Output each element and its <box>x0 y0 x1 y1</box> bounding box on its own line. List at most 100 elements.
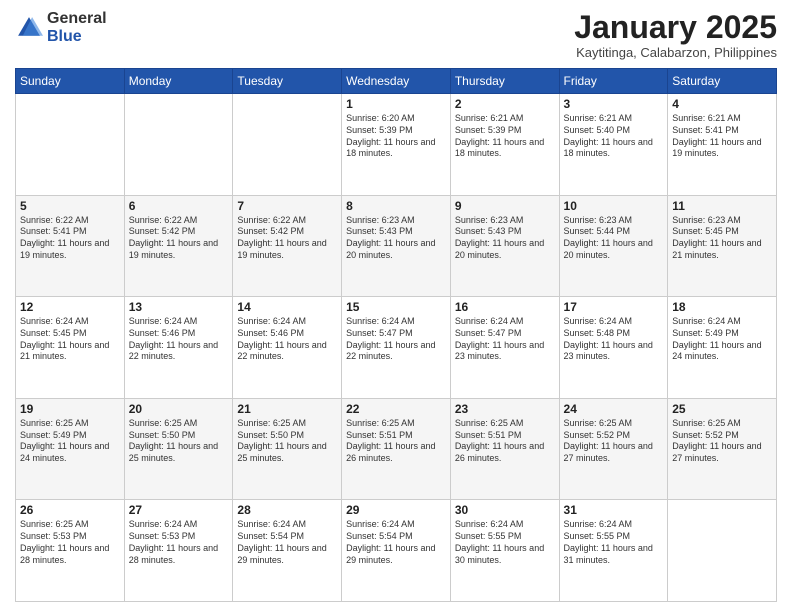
header: General Blue January 2025 Kaytitinga, Ca… <box>15 10 777 60</box>
day-number: 6 <box>129 199 229 213</box>
table-row <box>668 500 777 602</box>
table-row: 31 Sunrise: 6:24 AMSunset: 5:55 PMDaylig… <box>559 500 668 602</box>
day-number: 8 <box>346 199 446 213</box>
calendar-table: Sunday Monday Tuesday Wednesday Thursday… <box>15 68 777 602</box>
table-row: 8 Sunrise: 6:23 AMSunset: 5:43 PMDayligh… <box>342 195 451 297</box>
week-row-1: 5 Sunrise: 6:22 AMSunset: 5:41 PMDayligh… <box>16 195 777 297</box>
cell-details: Sunrise: 6:25 AMSunset: 5:50 PMDaylight:… <box>237 418 326 463</box>
table-row <box>124 94 233 196</box>
cell-details: Sunrise: 6:24 AMSunset: 5:54 PMDaylight:… <box>346 519 435 564</box>
cell-details: Sunrise: 6:22 AMSunset: 5:41 PMDaylight:… <box>20 215 109 260</box>
day-number: 28 <box>237 503 337 517</box>
location: Kaytitinga, Calabarzon, Philippines <box>574 45 777 60</box>
cell-details: Sunrise: 6:25 AMSunset: 5:53 PMDaylight:… <box>20 519 109 564</box>
table-row: 18 Sunrise: 6:24 AMSunset: 5:49 PMDaylig… <box>668 297 777 399</box>
day-number: 27 <box>129 503 229 517</box>
table-row: 26 Sunrise: 6:25 AMSunset: 5:53 PMDaylig… <box>16 500 125 602</box>
table-row: 11 Sunrise: 6:23 AMSunset: 5:45 PMDaylig… <box>668 195 777 297</box>
day-number: 2 <box>455 97 555 111</box>
week-row-0: 1 Sunrise: 6:20 AMSunset: 5:39 PMDayligh… <box>16 94 777 196</box>
day-number: 15 <box>346 300 446 314</box>
table-row: 13 Sunrise: 6:24 AMSunset: 5:46 PMDaylig… <box>124 297 233 399</box>
table-row: 29 Sunrise: 6:24 AMSunset: 5:54 PMDaylig… <box>342 500 451 602</box>
month-title: January 2025 <box>574 10 777 45</box>
page: General Blue January 2025 Kaytitinga, Ca… <box>0 0 792 612</box>
cell-details: Sunrise: 6:24 AMSunset: 5:46 PMDaylight:… <box>237 316 326 361</box>
table-row <box>16 94 125 196</box>
day-number: 23 <box>455 402 555 416</box>
week-row-2: 12 Sunrise: 6:24 AMSunset: 5:45 PMDaylig… <box>16 297 777 399</box>
header-sunday: Sunday <box>16 69 125 94</box>
cell-details: Sunrise: 6:21 AMSunset: 5:41 PMDaylight:… <box>672 113 761 158</box>
day-number: 26 <box>20 503 120 517</box>
cell-details: Sunrise: 6:24 AMSunset: 5:54 PMDaylight:… <box>237 519 326 564</box>
table-row: 24 Sunrise: 6:25 AMSunset: 5:52 PMDaylig… <box>559 398 668 500</box>
cell-details: Sunrise: 6:23 AMSunset: 5:45 PMDaylight:… <box>672 215 761 260</box>
day-number: 18 <box>672 300 772 314</box>
cell-details: Sunrise: 6:24 AMSunset: 5:46 PMDaylight:… <box>129 316 218 361</box>
header-thursday: Thursday <box>450 69 559 94</box>
table-row: 27 Sunrise: 6:24 AMSunset: 5:53 PMDaylig… <box>124 500 233 602</box>
table-row: 25 Sunrise: 6:25 AMSunset: 5:52 PMDaylig… <box>668 398 777 500</box>
day-number: 3 <box>564 97 664 111</box>
cell-details: Sunrise: 6:25 AMSunset: 5:51 PMDaylight:… <box>346 418 435 463</box>
day-number: 13 <box>129 300 229 314</box>
cell-details: Sunrise: 6:25 AMSunset: 5:50 PMDaylight:… <box>129 418 218 463</box>
table-row: 19 Sunrise: 6:25 AMSunset: 5:49 PMDaylig… <box>16 398 125 500</box>
cell-details: Sunrise: 6:25 AMSunset: 5:49 PMDaylight:… <box>20 418 109 463</box>
table-row: 7 Sunrise: 6:22 AMSunset: 5:42 PMDayligh… <box>233 195 342 297</box>
cell-details: Sunrise: 6:25 AMSunset: 5:52 PMDaylight:… <box>672 418 761 463</box>
cell-details: Sunrise: 6:23 AMSunset: 5:43 PMDaylight:… <box>346 215 435 260</box>
cell-details: Sunrise: 6:23 AMSunset: 5:44 PMDaylight:… <box>564 215 653 260</box>
logo: General Blue <box>15 10 107 45</box>
table-row: 4 Sunrise: 6:21 AMSunset: 5:41 PMDayligh… <box>668 94 777 196</box>
cell-details: Sunrise: 6:25 AMSunset: 5:52 PMDaylight:… <box>564 418 653 463</box>
header-wednesday: Wednesday <box>342 69 451 94</box>
table-row: 5 Sunrise: 6:22 AMSunset: 5:41 PMDayligh… <box>16 195 125 297</box>
table-row: 17 Sunrise: 6:24 AMSunset: 5:48 PMDaylig… <box>559 297 668 399</box>
cell-details: Sunrise: 6:21 AMSunset: 5:39 PMDaylight:… <box>455 113 544 158</box>
table-row: 28 Sunrise: 6:24 AMSunset: 5:54 PMDaylig… <box>233 500 342 602</box>
title-block: January 2025 Kaytitinga, Calabarzon, Phi… <box>574 10 777 60</box>
day-number: 17 <box>564 300 664 314</box>
calendar-header-row: Sunday Monday Tuesday Wednesday Thursday… <box>16 69 777 94</box>
table-row: 10 Sunrise: 6:23 AMSunset: 5:44 PMDaylig… <box>559 195 668 297</box>
day-number: 19 <box>20 402 120 416</box>
table-row: 12 Sunrise: 6:24 AMSunset: 5:45 PMDaylig… <box>16 297 125 399</box>
day-number: 25 <box>672 402 772 416</box>
cell-details: Sunrise: 6:24 AMSunset: 5:47 PMDaylight:… <box>346 316 435 361</box>
table-row <box>233 94 342 196</box>
table-row: 23 Sunrise: 6:25 AMSunset: 5:51 PMDaylig… <box>450 398 559 500</box>
day-number: 9 <box>455 199 555 213</box>
logo-blue-text: Blue <box>47 28 107 46</box>
cell-details: Sunrise: 6:22 AMSunset: 5:42 PMDaylight:… <box>237 215 326 260</box>
cell-details: Sunrise: 6:21 AMSunset: 5:40 PMDaylight:… <box>564 113 653 158</box>
logo-general-text: General <box>47 10 107 28</box>
table-row: 2 Sunrise: 6:21 AMSunset: 5:39 PMDayligh… <box>450 94 559 196</box>
day-number: 4 <box>672 97 772 111</box>
day-number: 31 <box>564 503 664 517</box>
table-row: 30 Sunrise: 6:24 AMSunset: 5:55 PMDaylig… <box>450 500 559 602</box>
cell-details: Sunrise: 6:24 AMSunset: 5:48 PMDaylight:… <box>564 316 653 361</box>
day-number: 22 <box>346 402 446 416</box>
day-number: 10 <box>564 199 664 213</box>
header-tuesday: Tuesday <box>233 69 342 94</box>
logo-icon <box>15 14 43 42</box>
cell-details: Sunrise: 6:23 AMSunset: 5:43 PMDaylight:… <box>455 215 544 260</box>
header-monday: Monday <box>124 69 233 94</box>
cell-details: Sunrise: 6:20 AMSunset: 5:39 PMDaylight:… <box>346 113 435 158</box>
cell-details: Sunrise: 6:24 AMSunset: 5:45 PMDaylight:… <box>20 316 109 361</box>
logo-text: General Blue <box>47 10 107 45</box>
week-row-3: 19 Sunrise: 6:25 AMSunset: 5:49 PMDaylig… <box>16 398 777 500</box>
table-row: 21 Sunrise: 6:25 AMSunset: 5:50 PMDaylig… <box>233 398 342 500</box>
cell-details: Sunrise: 6:24 AMSunset: 5:55 PMDaylight:… <box>455 519 544 564</box>
week-row-4: 26 Sunrise: 6:25 AMSunset: 5:53 PMDaylig… <box>16 500 777 602</box>
table-row: 6 Sunrise: 6:22 AMSunset: 5:42 PMDayligh… <box>124 195 233 297</box>
cell-details: Sunrise: 6:24 AMSunset: 5:47 PMDaylight:… <box>455 316 544 361</box>
cell-details: Sunrise: 6:24 AMSunset: 5:53 PMDaylight:… <box>129 519 218 564</box>
table-row: 9 Sunrise: 6:23 AMSunset: 5:43 PMDayligh… <box>450 195 559 297</box>
table-row: 22 Sunrise: 6:25 AMSunset: 5:51 PMDaylig… <box>342 398 451 500</box>
header-friday: Friday <box>559 69 668 94</box>
table-row: 1 Sunrise: 6:20 AMSunset: 5:39 PMDayligh… <box>342 94 451 196</box>
cell-details: Sunrise: 6:22 AMSunset: 5:42 PMDaylight:… <box>129 215 218 260</box>
